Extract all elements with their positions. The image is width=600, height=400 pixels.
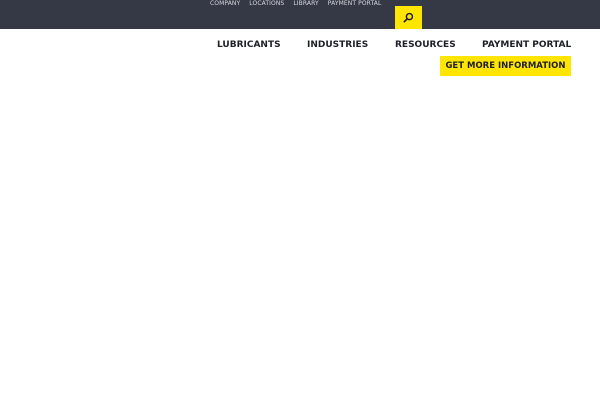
utility-link-library[interactable]: LIBRARY: [293, 0, 318, 8]
get-more-information-button[interactable]: GET MORE INFORMATION: [440, 56, 571, 76]
utility-link-company[interactable]: COMPANY: [210, 0, 240, 8]
utility-link-locations[interactable]: LOCATIONS: [249, 0, 284, 8]
utility-link-payment-portal[interactable]: PAYMENT PORTAL: [328, 0, 382, 8]
utility-nav: COMPANY LOCATIONS LIBRARY PAYMENT PORTAL: [210, 0, 381, 8]
main-nav-resources[interactable]: RESOURCES: [395, 38, 456, 52]
main-nav-industries[interactable]: INDUSTRIES: [307, 38, 368, 52]
search-button[interactable]: [395, 6, 422, 29]
main-nav-payment-portal[interactable]: PAYMENT PORTAL: [482, 38, 571, 52]
search-icon: [403, 12, 414, 23]
top-utility-bar: COMPANY LOCATIONS LIBRARY PAYMENT PORTAL: [0, 0, 600, 29]
main-nav-lubricants[interactable]: LUBRICANTS: [217, 38, 281, 52]
main-nav: LUBRICANTS INDUSTRIES RESOURCES PAYMENT …: [0, 38, 600, 52]
